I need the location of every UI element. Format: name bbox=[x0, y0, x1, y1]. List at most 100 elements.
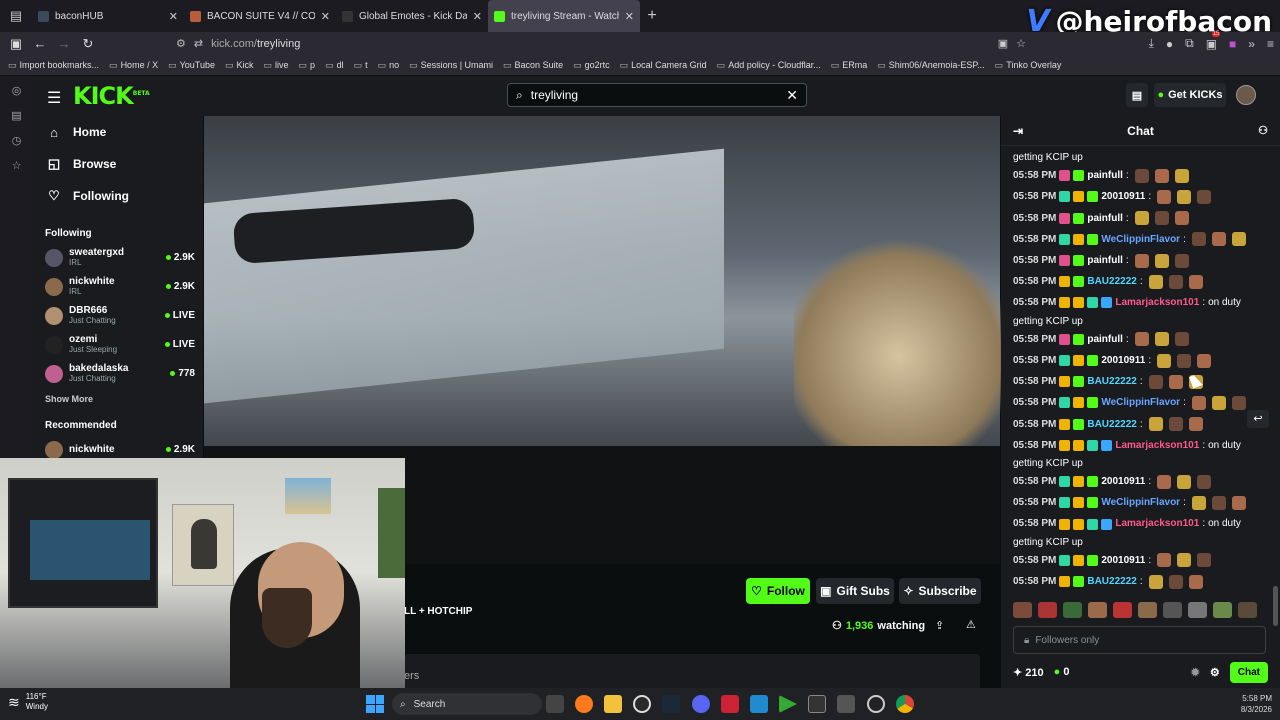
sidebar-nav-browse[interactable]: ◱ Browse bbox=[33, 148, 203, 180]
sidebar-ai-icon[interactable]: ◎ bbox=[12, 84, 22, 97]
browser-tab[interactable]: BACON SUITE V4 // COMMAND ✕ bbox=[184, 0, 336, 32]
browser-tab[interactable]: treyliving Stream - Watch Live o ✕ bbox=[488, 0, 640, 32]
sidebar-nav-home[interactable]: ⌂ Home bbox=[33, 116, 203, 148]
xbox-icon[interactable] bbox=[633, 695, 651, 713]
steam-icon[interactable] bbox=[662, 695, 680, 713]
bookmark-item[interactable]: ▭ Add policy - Cloudflar... bbox=[717, 60, 821, 71]
file-explorer-icon[interactable] bbox=[604, 695, 622, 713]
bookmark-item[interactable]: ▭ Home / X bbox=[109, 60, 158, 71]
bookmark-item[interactable]: ▭ dl bbox=[325, 60, 344, 71]
site-info-icon[interactable]: ⚙ bbox=[176, 37, 186, 50]
chat-message[interactable]: 05:58 PM Lamarjackson101: on duty bbox=[1013, 292, 1280, 313]
show-more-link[interactable]: Show More bbox=[33, 388, 203, 404]
chat-username[interactable]: painfull bbox=[1087, 165, 1123, 186]
chat-message[interactable]: 05:58 PM BAU22222: bbox=[1013, 571, 1280, 592]
recent-emote[interactable] bbox=[1038, 602, 1057, 618]
recent-emote[interactable] bbox=[1238, 602, 1257, 618]
bookmark-item[interactable]: ▭ t bbox=[354, 60, 368, 71]
chat-username[interactable]: WeClippinFlavor bbox=[1101, 229, 1180, 250]
overflow-chevron-icon[interactable]: » bbox=[1248, 37, 1255, 51]
channel-points[interactable]: ✦ 210 bbox=[1013, 666, 1044, 679]
clear-search-icon[interactable]: ✕ bbox=[786, 87, 798, 104]
sidebar-bookmarks-icon[interactable]: ☆ bbox=[12, 159, 22, 172]
following-item[interactable]: bakedalaska Just Chatting 778 bbox=[33, 359, 203, 388]
bookmark-star-icon[interactable]: ☆ bbox=[1016, 37, 1026, 50]
user-avatar[interactable] bbox=[1236, 85, 1256, 105]
bookmark-item[interactable]: ▭ live bbox=[264, 60, 289, 71]
chat-message[interactable]: 05:58 PM 20010911: bbox=[1013, 550, 1280, 571]
chat-message[interactable]: 05:58 PM BAU22222: bbox=[1013, 414, 1280, 435]
system-clock[interactable]: 5:58 PM 8/3/2026 bbox=[1241, 693, 1272, 715]
chat-message[interactable]: 05:58 PM 20010911: bbox=[1013, 471, 1280, 492]
follow-button[interactable]: ♡ Follow bbox=[746, 578, 810, 604]
recent-emote[interactable] bbox=[1188, 602, 1207, 618]
app-icon[interactable] bbox=[721, 695, 739, 713]
gift-subs-button[interactable]: ▣ Gift Subs bbox=[816, 578, 894, 604]
chat-message[interactable]: 05:58 PM WeClippinFlavor: bbox=[1013, 492, 1280, 513]
chat-message[interactable]: 05:58 PM painfull: bbox=[1013, 165, 1280, 186]
chat-message[interactable]: 05:58 PM BAU22222: bbox=[1013, 271, 1280, 292]
address-bar[interactable]: ⚙ ⇄ kick.com/treyliving ▣ ☆ bbox=[176, 34, 1026, 53]
chat-username[interactable]: painfull bbox=[1087, 329, 1123, 350]
sidebar-tabs-icon[interactable]: ▤ bbox=[11, 109, 21, 122]
terminal-icon[interactable] bbox=[808, 695, 826, 713]
recent-emote[interactable] bbox=[1013, 602, 1032, 618]
chat-username[interactable]: Lamarjackson101 bbox=[1115, 435, 1199, 456]
chat-username[interactable]: BAU22222 bbox=[1087, 371, 1136, 392]
reload-button[interactable]: ↻ bbox=[76, 36, 100, 52]
media-icon[interactable] bbox=[779, 695, 797, 713]
bookmark-item[interactable]: ▭ p bbox=[299, 60, 316, 71]
window-icon[interactable] bbox=[837, 695, 855, 713]
firefox-icon[interactable] bbox=[575, 695, 593, 713]
chat-message[interactable]: 05:58 PM WeClippinFlavor: bbox=[1013, 392, 1280, 413]
sidebar-toggle-icon[interactable]: ▣ bbox=[4, 36, 28, 52]
report-icon[interactable]: ⚠ bbox=[966, 618, 976, 631]
bookmark-item[interactable]: ▭ Shim06/Anemoia-ESP... bbox=[877, 60, 984, 71]
extension-badge[interactable]: ▣ 15 bbox=[1206, 30, 1221, 51]
chrome-icon[interactable] bbox=[896, 695, 914, 713]
bookmark-item[interactable]: ▭ ERma bbox=[831, 60, 868, 71]
bookmark-item[interactable]: ▭ Tinko Overlay bbox=[995, 60, 1062, 71]
chat-input[interactable]: 🔒︎ Followers only bbox=[1013, 626, 1266, 654]
layout-toggle-button[interactable]: ▤ bbox=[1126, 83, 1148, 107]
emote-picker-icon[interactable]: ✹ bbox=[1191, 666, 1200, 679]
tab-close-icon[interactable]: ✕ bbox=[473, 10, 482, 23]
task-view-icon[interactable] bbox=[546, 695, 564, 713]
share-icon[interactable]: ⇪ bbox=[935, 619, 944, 632]
chat-username[interactable]: BAU22222 bbox=[1087, 271, 1136, 292]
sidebar-history-icon[interactable]: ◷ bbox=[12, 134, 22, 147]
page-permissions-icon[interactable]: ⇄ bbox=[194, 37, 203, 50]
chat-message[interactable]: 05:58 PM 20010911: bbox=[1013, 186, 1280, 207]
kick-logo[interactable]: KICKBETA bbox=[73, 82, 150, 110]
collapse-chat-icon[interactable]: ⇥ bbox=[1013, 124, 1023, 138]
reader-mode-icon[interactable]: ▣ bbox=[998, 37, 1008, 50]
discord-icon[interactable] bbox=[692, 695, 710, 713]
tab-close-icon[interactable]: ✕ bbox=[169, 10, 178, 23]
reply-icon[interactable]: ↩ bbox=[1247, 410, 1269, 428]
chat-username[interactable]: Lamarjackson101 bbox=[1115, 513, 1199, 534]
bookmark-item[interactable]: ▭ Import bookmarks... bbox=[8, 60, 99, 71]
menu-icon[interactable]: ≡ bbox=[1267, 37, 1274, 51]
tab-close-icon[interactable]: ✕ bbox=[321, 10, 330, 23]
recent-emote[interactable] bbox=[1213, 602, 1232, 618]
back-button[interactable]: ← bbox=[28, 36, 52, 51]
recent-emote[interactable] bbox=[1138, 602, 1157, 618]
obs-icon[interactable] bbox=[867, 695, 885, 713]
bookmark-item[interactable]: ▭ Bacon Suite bbox=[503, 60, 563, 71]
chat-username[interactable]: Lamarjackson101 bbox=[1115, 292, 1199, 313]
start-button[interactable] bbox=[366, 695, 384, 713]
download-icon[interactable]: ⤓ bbox=[1149, 36, 1154, 51]
hamburger-menu-icon[interactable]: ☰ bbox=[47, 88, 61, 108]
bookmark-item[interactable]: ▭ Kick bbox=[225, 60, 254, 71]
chat-username[interactable]: 20010911 bbox=[1101, 186, 1145, 207]
chat-settings-icon[interactable]: ⚙ bbox=[1210, 666, 1220, 679]
chat-username[interactable]: WeClippinFlavor bbox=[1101, 392, 1180, 413]
following-item[interactable]: DBR666 Just Chatting LIVE bbox=[33, 301, 203, 330]
bookmark-item[interactable]: ▭ Sessions | Umami bbox=[409, 60, 493, 71]
chat-message[interactable]: 05:58 PM Lamarjackson101: on duty bbox=[1013, 513, 1280, 534]
chat-username[interactable]: painfull bbox=[1087, 208, 1123, 229]
bookmark-item[interactable]: ▭ Local Camera Grid bbox=[620, 60, 707, 71]
following-item[interactable]: nickwhite IRL 2.9K bbox=[33, 272, 203, 301]
bookmark-item[interactable]: ▭ go2rtc bbox=[573, 60, 610, 71]
browser-tab[interactable]: baconHUB ✕ bbox=[32, 0, 184, 32]
